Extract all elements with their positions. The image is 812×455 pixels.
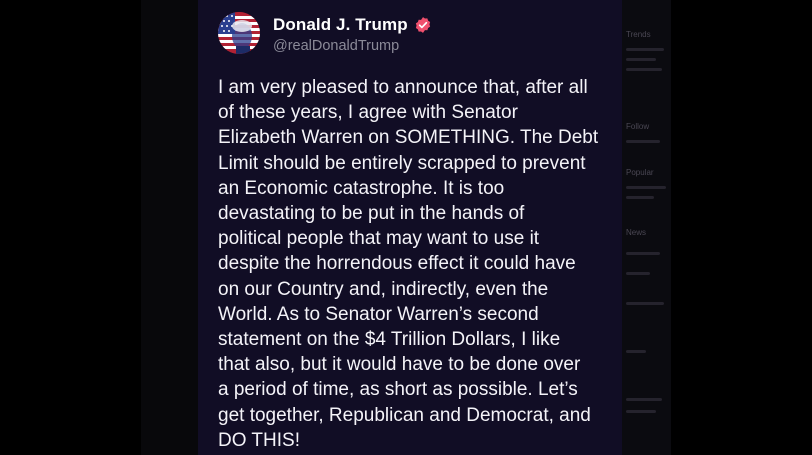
- sidebar-ghost-item: Follow: [626, 122, 650, 131]
- sidebar-ghost-line: [626, 350, 646, 353]
- sidebar-ghost-line: [626, 58, 656, 61]
- sidebar-ghost-item: Trends: [626, 30, 651, 39]
- avatar[interactable]: [218, 12, 260, 54]
- author-name[interactable]: Donald J. Trump: [273, 15, 408, 35]
- sidebar-ghost-line: [626, 186, 666, 189]
- author-name-row: Donald J. Trump: [273, 15, 432, 35]
- sidebar-ghost-item: Popular: [626, 168, 654, 177]
- sidebar-ghost-line: [626, 252, 660, 255]
- sidebar-ghost-line: [626, 302, 664, 305]
- sidebar-ghost-line: [626, 398, 662, 401]
- sidebar-ghost-line: [626, 48, 664, 51]
- sidebar-ghost-line: [626, 196, 654, 199]
- sidebar-ghost-line: [626, 68, 662, 71]
- post-text: I am very pleased to announce that, afte…: [218, 77, 599, 451]
- letterbox-right: [671, 0, 812, 455]
- sidebar-ghost-item: News: [626, 228, 647, 237]
- post-card: Donald J. Trump @realDonaldTrump I am ve…: [198, 0, 622, 455]
- sidebar-ghost-line: [626, 140, 660, 143]
- sidebar-ghost-line: [626, 272, 650, 275]
- author-handle[interactable]: @realDonaldTrump: [273, 38, 399, 54]
- letterbox-left: [0, 0, 141, 455]
- sidebar-ghost-line: [626, 410, 656, 413]
- verified-badge-icon: [415, 17, 430, 33]
- background-sidebar: Trends Follow Popular News: [622, 0, 671, 455]
- flag-portrait-avatar-icon: [218, 12, 260, 54]
